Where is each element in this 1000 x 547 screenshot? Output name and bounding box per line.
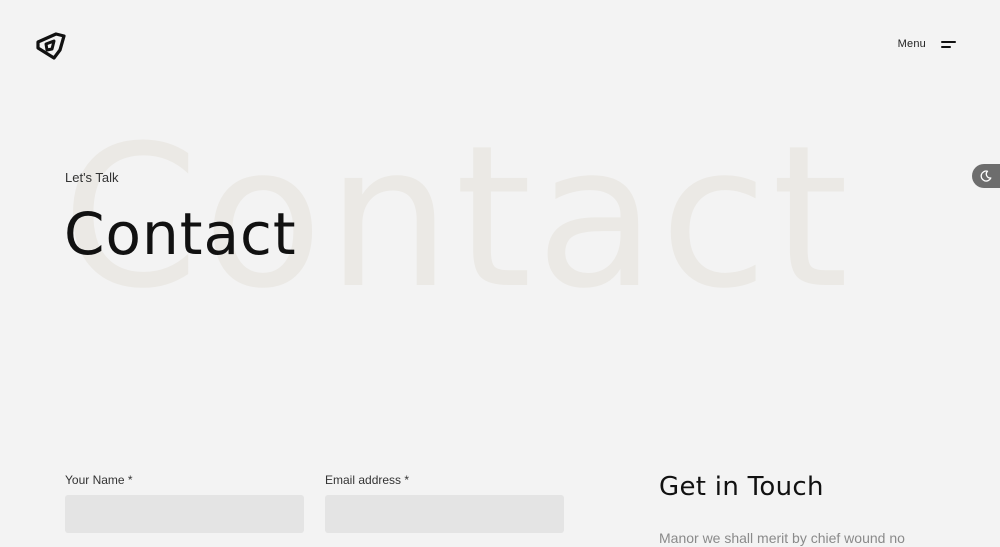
hamburger-icon xyxy=(940,39,956,49)
contact-page: Menu Contact Let's Talk Contact Your Nam… xyxy=(0,0,1000,547)
page-subtitle: Let's Talk xyxy=(65,170,119,185)
name-field[interactable] xyxy=(65,495,304,533)
menu-label: Menu xyxy=(897,38,926,50)
brand-logo-icon[interactable] xyxy=(34,28,70,64)
menu-button[interactable]: Menu xyxy=(898,38,956,50)
dark-mode-toggle[interactable] xyxy=(972,164,1000,188)
get-in-touch-text: Manor we shall merit by chief wound no xyxy=(659,530,905,546)
moon-icon xyxy=(980,170,992,182)
name-field-label: Your Name * xyxy=(65,473,133,487)
email-field-label: Email address * xyxy=(325,473,410,487)
email-field[interactable] xyxy=(325,495,564,533)
get-in-touch-heading: Get in Touch xyxy=(659,472,824,502)
page-title: Contact xyxy=(64,200,297,268)
